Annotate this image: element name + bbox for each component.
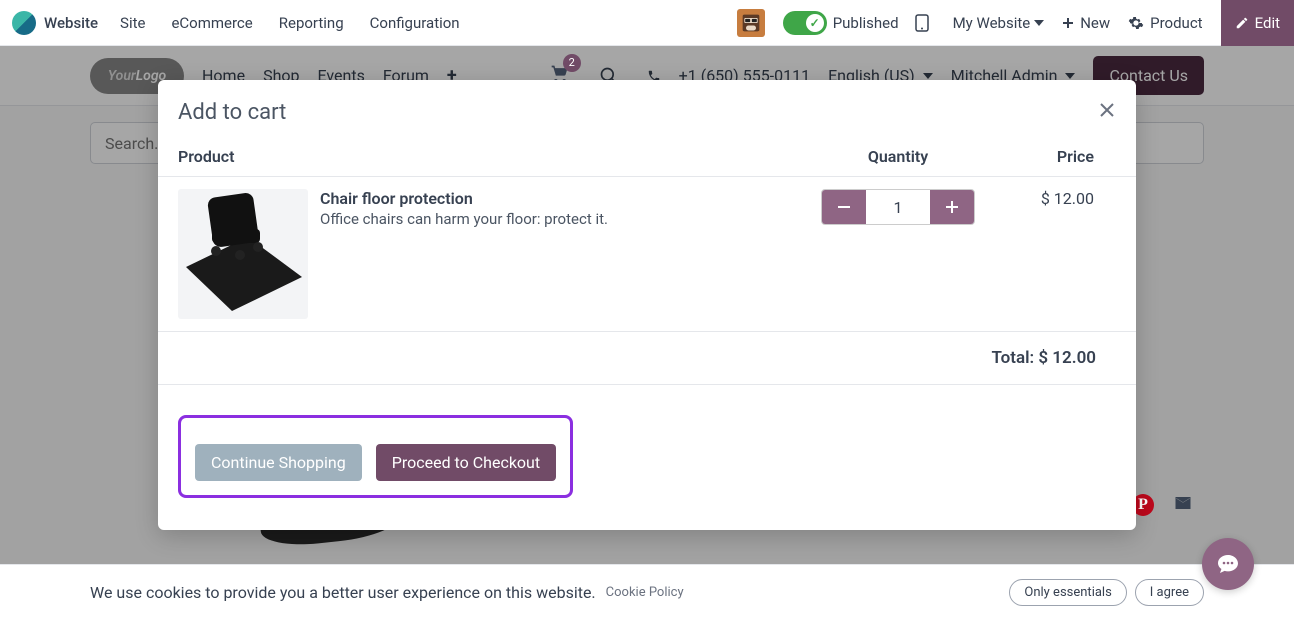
col-quantity: Quantity <box>798 147 998 166</box>
cart-total: Total: $ 12.00 <box>158 332 1136 385</box>
qty-value[interactable]: 1 <box>866 190 930 224</box>
plus-icon <box>1062 17 1074 29</box>
col-price: Price <box>998 147 1116 166</box>
col-product: Product <box>178 147 798 166</box>
toggle-on-icon <box>783 11 827 35</box>
edit-button[interactable]: Edit <box>1221 0 1294 46</box>
proceed-to-checkout-button[interactable]: Proceed to Checkout <box>376 444 556 481</box>
admin-topbar: Website Site eCommerce Reporting Configu… <box>0 0 1294 46</box>
product-settings-button[interactable]: Product <box>1128 14 1202 32</box>
cookie-policy-link[interactable]: Cookie Policy <box>606 585 684 600</box>
quantity-stepper: 1 <box>821 189 975 225</box>
livechat-button[interactable] <box>1202 538 1254 590</box>
close-icon <box>1098 101 1116 119</box>
chair-mat-icon <box>178 189 308 319</box>
menu-reporting[interactable]: Reporting <box>279 14 344 32</box>
mail-icon[interactable] <box>1172 494 1194 512</box>
website-switcher[interactable]: My Website <box>953 14 1045 32</box>
menu-configuration[interactable]: Configuration <box>370 14 460 32</box>
mywebsite-label: My Website <box>953 14 1031 32</box>
add-to-cart-modal: Add to cart Product Quantity Price Chair… <box>158 80 1136 530</box>
only-essentials-button[interactable]: Only essentials <box>1009 579 1126 606</box>
app-logo-icon <box>12 11 36 35</box>
product-thumbnail <box>178 189 308 319</box>
avatar-face-icon <box>741 13 761 33</box>
edit-label: Edit <box>1255 14 1280 32</box>
publish-label: Published <box>833 14 899 32</box>
cart-table-header: Product Quantity Price <box>158 135 1136 177</box>
cookie-banner: We use cookies to provide you a better u… <box>0 564 1294 620</box>
line-price: $ 12.00 <box>998 189 1116 319</box>
cart-count-badge: 2 <box>563 54 581 72</box>
avatar[interactable] <box>737 9 765 37</box>
cart-line-item: Chair floor protection Office chairs can… <box>158 177 1136 332</box>
menu-ecommerce[interactable]: eCommerce <box>171 14 252 32</box>
mobile-preview-button[interactable] <box>915 14 935 32</box>
highlighted-actions: Continue Shopping Proceed to Checkout <box>178 415 573 498</box>
chat-icon <box>1216 552 1240 576</box>
product-description: Office chairs can harm your floor: prote… <box>320 210 608 228</box>
qty-increase-button[interactable] <box>930 190 974 224</box>
product-label: Product <box>1150 14 1202 32</box>
chevron-down-icon <box>1034 20 1044 26</box>
minus-icon <box>837 200 851 214</box>
plus-icon <box>945 200 959 214</box>
pencil-icon <box>1235 16 1249 30</box>
new-button[interactable]: New <box>1062 14 1110 32</box>
publish-toggle[interactable]: Published <box>783 11 899 35</box>
menu-site[interactable]: Site <box>120 14 145 32</box>
product-name: Chair floor protection <box>320 189 608 208</box>
close-button[interactable] <box>1098 101 1116 124</box>
modal-title: Add to cart <box>178 100 286 125</box>
cookie-text: We use cookies to provide you a better u… <box>90 583 596 602</box>
i-agree-button[interactable]: I agree <box>1135 579 1204 606</box>
app-title[interactable]: Website <box>44 14 98 32</box>
total-label: Total: <box>991 348 1038 368</box>
mobile-icon <box>915 14 929 32</box>
qty-decrease-button[interactable] <box>822 190 866 224</box>
new-label: New <box>1080 14 1110 32</box>
gear-icon <box>1128 15 1144 31</box>
continue-shopping-button[interactable]: Continue Shopping <box>195 444 362 481</box>
total-value: $ 12.00 <box>1038 348 1096 368</box>
